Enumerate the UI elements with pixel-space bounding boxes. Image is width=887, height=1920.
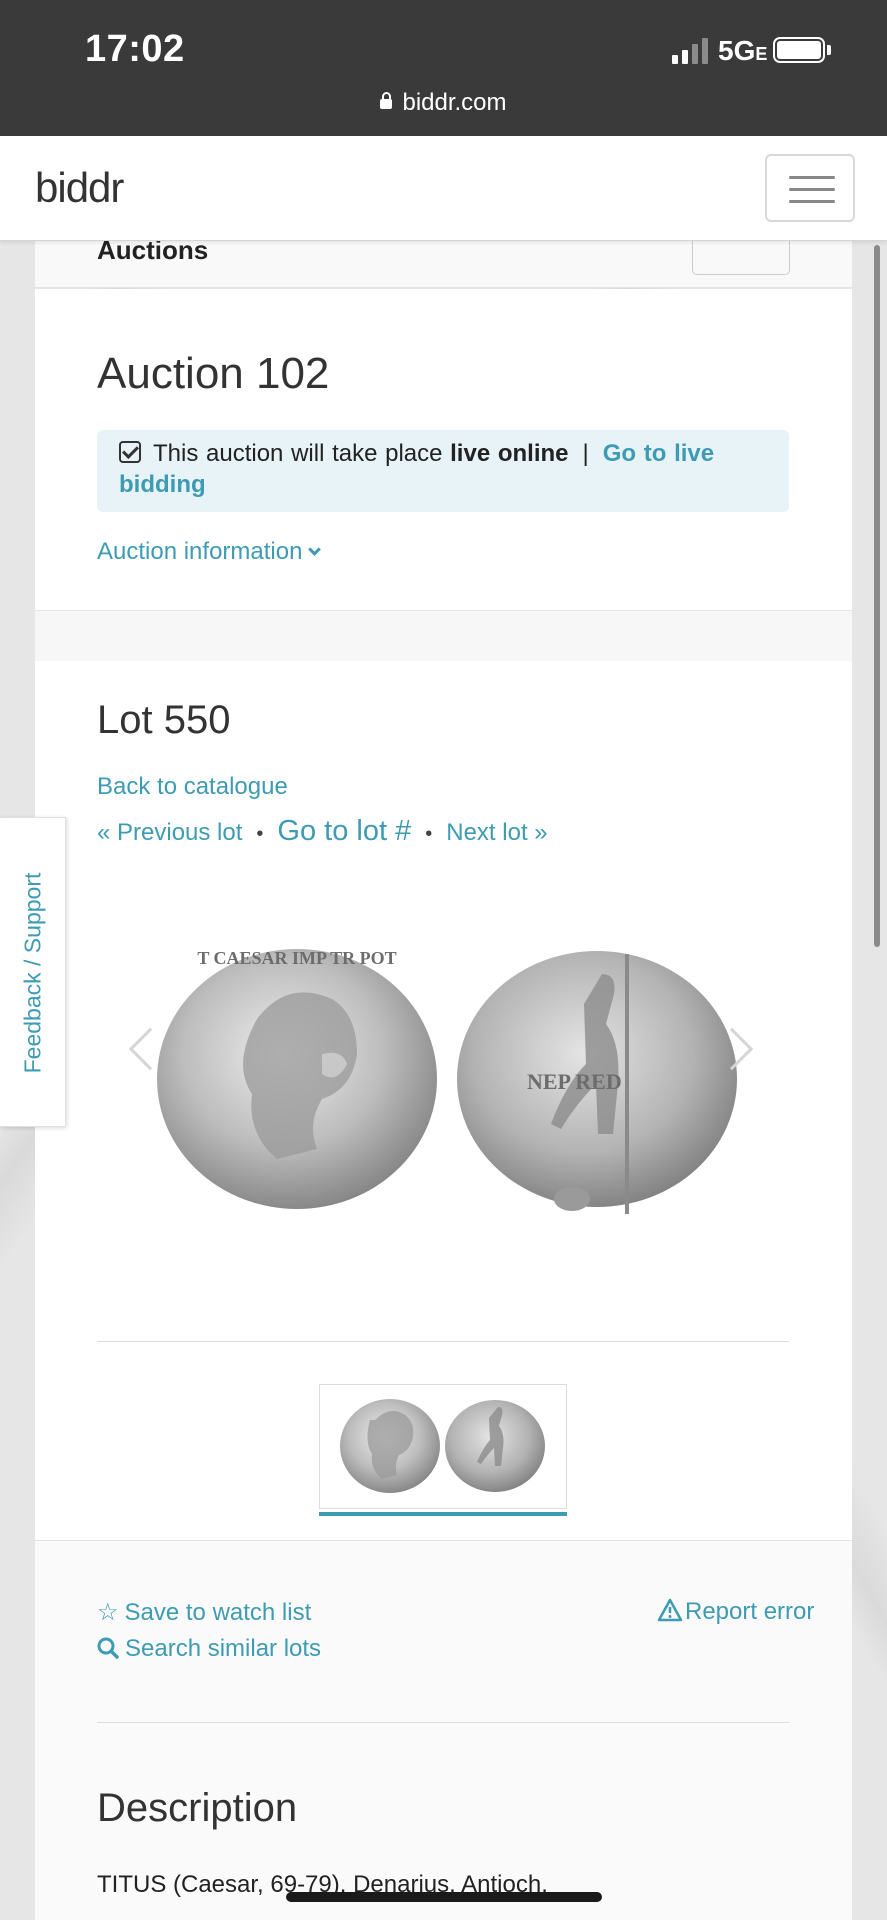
go-to-lot-link[interactable]: Go to lot # bbox=[277, 815, 411, 848]
auction-information-toggle[interactable]: Auction information bbox=[97, 538, 322, 566]
home-indicator[interactable] bbox=[286, 1892, 602, 1902]
search-icon bbox=[97, 1637, 119, 1659]
report-error-link[interactable]: Report error bbox=[657, 1598, 814, 1626]
lock-icon bbox=[380, 92, 393, 109]
strip-title: Auctions bbox=[97, 241, 209, 265]
lot-navigation: « Previous lot • Go to lot # • Next lot … bbox=[97, 815, 548, 848]
next-lot-link[interactable]: Next lot » bbox=[446, 819, 547, 847]
obverse-legend-text: T CAESAR IMP TR POT bbox=[197, 948, 396, 968]
status-bar: 17:02 5GE biddr.com bbox=[0, 0, 887, 136]
page-scrollbar[interactable] bbox=[874, 245, 880, 947]
auction-title: Auction 102 bbox=[97, 349, 330, 398]
strip-dropdown-button[interactable] bbox=[692, 241, 790, 275]
site-header: biddr bbox=[0, 136, 887, 241]
biddr-logo[interactable]: biddr bbox=[35, 164, 124, 212]
menu-toggle-button[interactable] bbox=[765, 154, 855, 222]
lot-title: Lot 550 bbox=[97, 698, 231, 742]
description-heading: Description bbox=[97, 1786, 298, 1830]
active-thumbnail-indicator bbox=[319, 1512, 567, 1516]
chevron-down-icon bbox=[308, 543, 322, 556]
cell-signal-icon bbox=[672, 38, 708, 64]
network-type: 5GE bbox=[718, 35, 768, 66]
auctions-strip: Auctions bbox=[35, 241, 852, 288]
warning-triangle-icon bbox=[657, 1598, 683, 1622]
image-thumbnail[interactable] bbox=[319, 1384, 567, 1509]
back-to-catalogue-link[interactable]: Back to catalogue bbox=[97, 773, 288, 801]
url-text: biddr.com bbox=[402, 89, 507, 116]
checkbox-icon bbox=[119, 441, 141, 463]
auction-panel: Auction 102 This auction will take place… bbox=[35, 289, 852, 611]
previous-lot-link[interactable]: « Previous lot bbox=[97, 819, 242, 847]
star-icon: ☆ bbox=[97, 1599, 119, 1626]
lot-image-carousel[interactable]: T CAESAR IMP TR POT NEP RED bbox=[97, 914, 789, 1244]
address-bar[interactable]: biddr.com bbox=[0, 89, 887, 117]
feedback-support-tab[interactable]: Feedback / Support bbox=[0, 817, 66, 1127]
battery-icon bbox=[773, 37, 825, 63]
reverse-legend-text: NEP RED bbox=[527, 1069, 622, 1094]
live-notice: This auction will take place live online… bbox=[97, 430, 789, 512]
lot-panel: Lot 550 Back to catalogue « Previous lot… bbox=[35, 661, 852, 1541]
search-similar-lots-link[interactable]: Search similar lots bbox=[97, 1635, 321, 1663]
save-to-watch-list-link[interactable]: ☆ Save to watch list bbox=[97, 1598, 311, 1627]
coin-photo: T CAESAR IMP TR POT NEP RED bbox=[157, 948, 737, 1214]
clock: 17:02 bbox=[85, 28, 185, 70]
lot-actions-panel: ☆ Save to watch list Search similar lots … bbox=[35, 1541, 852, 1920]
